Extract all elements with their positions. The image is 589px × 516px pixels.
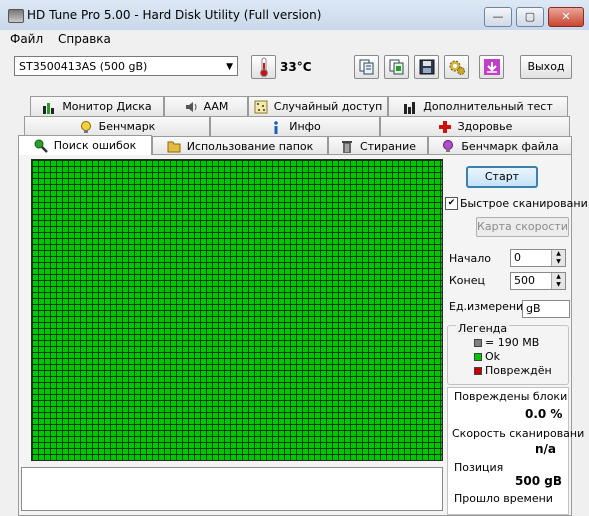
- scan-speed-label: Скорость сканировани: [452, 427, 585, 440]
- info-icon: [274, 120, 279, 134]
- position-label: Позиция: [454, 461, 504, 474]
- bar-chart-icon: [43, 102, 55, 114]
- options-button[interactable]: [444, 55, 469, 79]
- legend-swatch-ok: [474, 353, 482, 361]
- speaker-icon: [185, 101, 197, 112]
- tab-label: Бенчмарк файла: [461, 139, 559, 153]
- tab-label: Стирание: [359, 139, 417, 153]
- tab-label: Инфо: [289, 120, 321, 133]
- end-stepper[interactable]: 500 ▲ ▼: [510, 272, 566, 290]
- floppy-disk-icon: [419, 59, 434, 75]
- tab-extra-tests[interactable]: Дополнительный тест: [388, 96, 568, 116]
- main-area: ST3500413AS (500 gB) ▼ 33°C Выход Монито…: [0, 48, 589, 516]
- start-stepper-value: 0: [514, 251, 521, 264]
- tab-random-access[interactable]: Случайный доступ: [248, 96, 388, 116]
- copy-icon: [359, 59, 373, 75]
- copy-image-icon: [389, 59, 403, 75]
- legend-title: Легенда: [456, 322, 510, 335]
- tab-label: Использование папок: [186, 139, 314, 153]
- tab-label: Случайный доступ: [273, 100, 383, 113]
- damaged-blocks-value: 0.0 %: [525, 407, 563, 421]
- end-field-label: Конец: [449, 274, 485, 287]
- tab-erase[interactable]: Стирание: [328, 136, 428, 155]
- tab-file-benchmark[interactable]: Бенчмарк файла: [428, 136, 572, 155]
- save-button[interactable]: [414, 55, 439, 79]
- stepper-down-icon[interactable]: ▼: [551, 281, 565, 289]
- block-map-grid: [31, 159, 443, 461]
- title-bar: HD Tune Pro 5.00 - Hard Disk Utility (Fu…: [0, 0, 589, 30]
- scan-speed-value: n/a: [535, 442, 557, 456]
- stepper-down-icon[interactable]: ▼: [551, 258, 565, 266]
- file-bulb-icon: [443, 140, 454, 152]
- start-field-label: Начало: [449, 252, 492, 265]
- tab-health[interactable]: Здоровье: [380, 116, 570, 136]
- menu-bar: Файл Справка: [0, 30, 589, 48]
- start-button[interactable]: Старт: [466, 166, 538, 188]
- start-stepper[interactable]: 0 ▲ ▼: [510, 249, 566, 267]
- legend-swatch-damaged: [474, 367, 482, 375]
- elapsed-time-label: Прошло времени: [454, 492, 553, 505]
- thermometer-icon: [259, 57, 268, 77]
- copy-screenshot-button[interactable]: [384, 55, 409, 79]
- drive-select-value: ST3500413AS (500 gB): [19, 60, 148, 73]
- download-arrow-icon: [483, 59, 500, 75]
- legend-box: Легенда = 190 MB Ok Повреждён: [447, 322, 569, 385]
- tab-disk-monitor[interactable]: Монитор Диска: [30, 96, 164, 116]
- copy-info-button[interactable]: [354, 55, 379, 79]
- tab-folder-usage[interactable]: Использование папок: [152, 136, 328, 155]
- unit-select-value: gB: [526, 302, 541, 315]
- folder-icon: [167, 141, 181, 153]
- quick-scan-label: Быстрое сканировани: [460, 197, 588, 210]
- speed-map-button[interactable]: Карта скорости: [476, 217, 569, 237]
- position-value: 500 gB: [515, 474, 562, 488]
- tab-label: Здоровье: [457, 120, 513, 133]
- chevron-down-icon: ▼: [226, 62, 233, 72]
- tab-info[interactable]: Инфо: [210, 116, 380, 136]
- stepper-up-icon[interactable]: ▲: [551, 273, 565, 281]
- exit-button[interactable]: Выход: [520, 55, 572, 79]
- magnifier-icon: [34, 139, 48, 153]
- stepper-up-icon[interactable]: ▲: [551, 250, 565, 258]
- legend-damaged: Повреждён: [485, 364, 552, 377]
- tab-label: Дополнительный тест: [423, 100, 553, 113]
- close-button[interactable]: ✕: [548, 7, 584, 27]
- bar-chart-icon: [404, 101, 416, 114]
- tab-label: Поиск ошибок: [53, 139, 137, 152]
- dotted-grid-icon: [254, 100, 268, 113]
- maximize-button[interactable]: ▢: [516, 7, 544, 27]
- damaged-blocks-label: Повреждены блоки: [454, 390, 568, 403]
- gears-icon: [449, 60, 465, 75]
- end-stepper-value: 500: [514, 274, 535, 287]
- legend-ok: Ok: [485, 350, 501, 363]
- stats-panel: Повреждены блоки 0.0 % Скорость сканиров…: [447, 387, 584, 515]
- tab-benchmark[interactable]: Бенчмарк: [24, 116, 210, 136]
- red-cross-icon: [438, 120, 451, 133]
- tab-error-scan[interactable]: Поиск ошибок: [18, 135, 152, 155]
- menu-file[interactable]: Файл: [10, 32, 43, 46]
- menu-help[interactable]: Справка: [58, 32, 111, 46]
- tab-label: AAM: [203, 100, 229, 113]
- temperature-button[interactable]: [251, 55, 276, 79]
- legend-block-size: = 190 MB: [485, 336, 540, 349]
- legend-swatch-block: [474, 339, 482, 347]
- app-icon: [8, 9, 24, 23]
- tab-label: Монитор Диска: [62, 100, 152, 113]
- quick-scan-checkbox[interactable]: ✔: [445, 197, 458, 210]
- window-title: HD Tune Pro 5.00 - Hard Disk Utility (Fu…: [27, 8, 322, 22]
- tab-label: Бенчмарк: [98, 120, 156, 133]
- tab-aam[interactable]: AAM: [164, 96, 248, 116]
- lightbulb-icon: [80, 120, 91, 133]
- minimize-button[interactable]: —: [484, 7, 512, 27]
- unit-select[interactable]: gB: [522, 300, 570, 318]
- temperature-value: 33°C: [280, 60, 312, 74]
- unit-label: Ед.измерения: [449, 300, 530, 313]
- trash-can-icon: [341, 141, 352, 153]
- scan-log-area: [21, 467, 443, 511]
- download-button[interactable]: [479, 55, 504, 79]
- drive-select[interactable]: ST3500413AS (500 gB) ▼: [14, 56, 238, 76]
